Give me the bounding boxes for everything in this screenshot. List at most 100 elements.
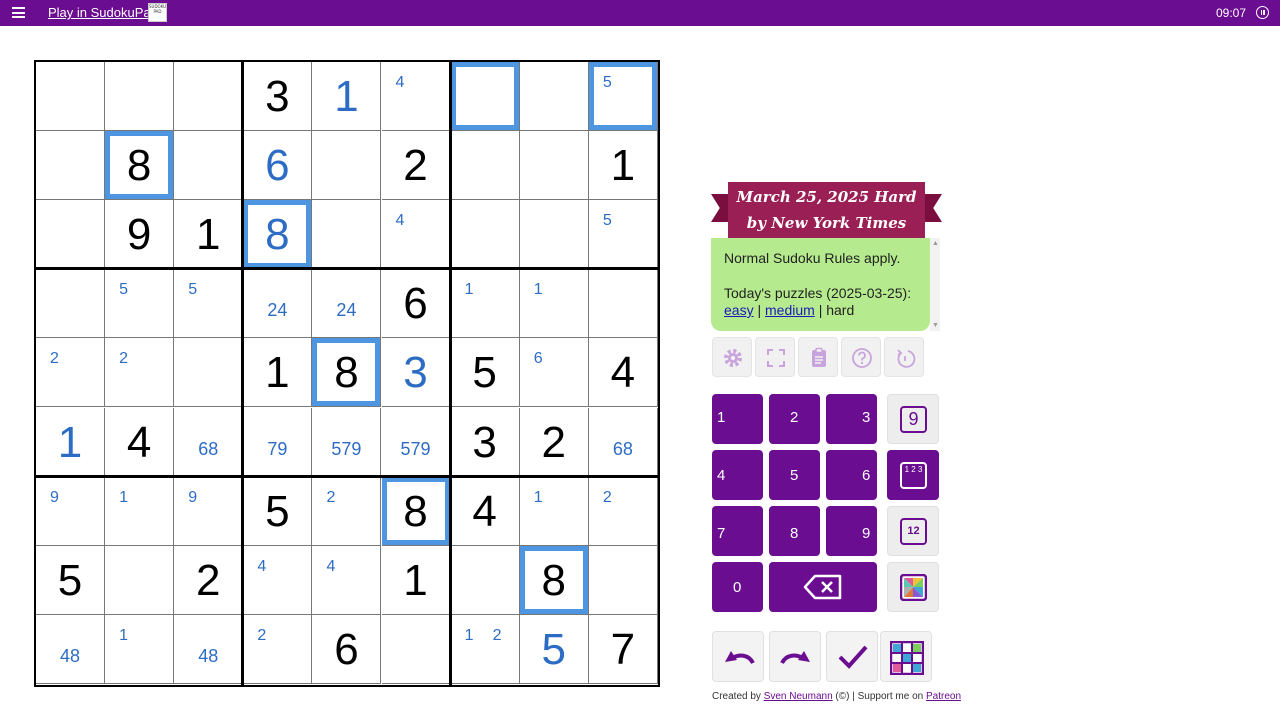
sudoku-cell-r4c8[interactable]: 1 — [519, 269, 589, 339]
sudoku-cell-r2c2[interactable]: 8 — [105, 131, 175, 201]
play-in-sudokupad-link[interactable]: Play in SudokuPad — [48, 5, 158, 20]
rules-scrollbar[interactable]: ▲ ▼ — [930, 238, 940, 331]
sudoku-cell-r4c5[interactable]: 24 — [312, 269, 382, 339]
sudoku-cell-r3c3[interactable]: 1 — [174, 200, 244, 270]
sudoku-cell-r9c7[interactable]: 12 — [450, 614, 520, 684]
sudoku-cell-r1c2[interactable] — [105, 62, 175, 131]
sudoku-cell-r8c3[interactable]: 2 — [174, 545, 244, 615]
sudoku-cell-r2c3[interactable] — [174, 131, 244, 201]
sudoku-cell-r4c9[interactable] — [588, 269, 658, 339]
sudoku-cell-r1c5[interactable]: 1 — [312, 62, 382, 131]
sudoku-cell-r7c5[interactable]: 2 — [312, 476, 382, 546]
key-6[interactable]: 6 — [826, 450, 877, 500]
sudoku-cell-r6c2[interactable]: 4 — [105, 407, 175, 477]
medium-link[interactable]: medium — [765, 302, 815, 318]
sudoku-cell-r1c6[interactable]: 4 — [381, 62, 451, 131]
sudoku-cell-r9c1[interactable]: 48 — [36, 614, 105, 684]
sudoku-cell-r5c8[interactable]: 6 — [519, 338, 589, 408]
sudoku-cell-r7c8[interactable]: 1 — [519, 476, 589, 546]
sudoku-cell-r6c9[interactable]: 68 — [588, 407, 658, 477]
redo-button[interactable] — [769, 631, 821, 682]
key-3[interactable]: 3 — [826, 394, 877, 444]
grid-settings-button[interactable] — [880, 631, 932, 682]
sudoku-cell-r7c3[interactable]: 9 — [174, 476, 244, 546]
sudoku-cell-r1c8[interactable] — [519, 62, 589, 131]
key-7[interactable]: 7 — [712, 506, 763, 556]
sudoku-cell-r3c8[interactable] — [519, 200, 589, 270]
sudoku-cell-r5c7[interactable]: 5 — [450, 338, 520, 408]
sudoku-cell-r1c7[interactable] — [450, 62, 520, 131]
check-button[interactable] — [826, 631, 878, 682]
help-button[interactable] — [841, 337, 881, 377]
sudoku-cell-r5c3[interactable] — [174, 338, 244, 408]
sudoku-cell-r2c9[interactable]: 1 — [588, 131, 658, 201]
sudoku-cell-r7c2[interactable]: 1 — [105, 476, 175, 546]
sudoku-cell-r7c9[interactable]: 2 — [588, 476, 658, 546]
hamburger-menu-icon[interactable] — [12, 7, 25, 18]
sudoku-cell-r6c6[interactable]: 579 — [381, 407, 451, 477]
sudoku-cell-r7c7[interactable]: 4 — [450, 476, 520, 546]
sudoku-cell-r8c5[interactable]: 4 — [312, 545, 382, 615]
scroll-down-icon[interactable]: ▼ — [932, 322, 939, 329]
sudoku-cell-r2c8[interactable] — [519, 131, 589, 201]
patreon-link[interactable]: Patreon — [926, 691, 961, 702]
sudoku-cell-r6c7[interactable]: 3 — [450, 407, 520, 477]
scroll-up-icon[interactable]: ▲ — [932, 240, 939, 247]
sudoku-cell-r5c5[interactable]: 8 — [312, 338, 382, 408]
key-8[interactable]: 8 — [769, 506, 820, 556]
sudoku-cell-r9c5[interactable]: 6 — [312, 614, 382, 684]
sudoku-cell-r2c1[interactable] — [36, 131, 105, 201]
center-mode-button[interactable]: 12 — [887, 506, 939, 556]
sudoku-cell-r9c6[interactable] — [381, 614, 451, 684]
settings-button[interactable] — [712, 337, 752, 377]
sudoku-cell-r3c7[interactable] — [450, 200, 520, 270]
key-0[interactable]: 0 — [712, 562, 763, 612]
sudoku-cell-r1c3[interactable] — [174, 62, 244, 131]
sudoku-cell-r1c9[interactable]: 5 — [588, 62, 658, 131]
sudoku-cell-r5c6[interactable]: 3 — [381, 338, 451, 408]
sudoku-cell-r2c5[interactable] — [312, 131, 382, 201]
sudoku-cell-r5c2[interactable]: 2 — [105, 338, 175, 408]
sudoku-cell-r3c5[interactable] — [312, 200, 382, 270]
sudoku-cell-r4c2[interactable]: 5 — [105, 269, 175, 339]
sudoku-cell-r9c4[interactable]: 2 — [243, 614, 313, 684]
sudoku-cell-r1c1[interactable] — [36, 62, 105, 131]
sudoku-cell-r8c9[interactable] — [588, 545, 658, 615]
sudoku-cell-r1c4[interactable]: 3 — [243, 62, 313, 131]
sudoku-cell-r4c7[interactable]: 1 — [450, 269, 520, 339]
sudoku-cell-r4c3[interactable]: 5 — [174, 269, 244, 339]
key-1[interactable]: 1 — [712, 394, 763, 444]
restart-button[interactable] — [884, 337, 924, 377]
sudoku-grid[interactable]: 3 1 4 5 8 6 2 1 9 1 8 4 5 5 5 24 24 6 1 1 2 2 1 8 3 5 6 4 1 4 68 79 579 5… — [34, 60, 660, 687]
sudoku-cell-r9c8[interactable]: 5 — [519, 614, 589, 684]
sudoku-cell-r4c4[interactable]: 24 — [243, 269, 313, 339]
rules-button[interactable] — [798, 337, 838, 377]
easy-link[interactable]: easy — [724, 302, 754, 318]
sudoku-cell-r6c3[interactable]: 68 — [174, 407, 244, 477]
sudoku-cell-r2c6[interactable]: 2 — [381, 131, 451, 201]
sudoku-cell-r9c2[interactable]: 1 — [105, 614, 175, 684]
sudoku-cell-r5c9[interactable]: 4 — [588, 338, 658, 408]
sudoku-cell-r2c4[interactable]: 6 — [243, 131, 313, 201]
sudoku-cell-r6c5[interactable]: 579 — [312, 407, 382, 477]
sudoku-cell-r3c9[interactable]: 5 — [588, 200, 658, 270]
sudoku-cell-r9c9[interactable]: 7 — [588, 614, 658, 684]
sudoku-cell-r8c2[interactable] — [105, 545, 175, 615]
sudoku-cell-r6c8[interactable]: 2 — [519, 407, 589, 477]
pause-icon[interactable] — [1256, 6, 1269, 19]
delete-button[interactable] — [769, 562, 877, 612]
sudoku-cell-r8c7[interactable] — [450, 545, 520, 615]
color-mode-button[interactable] — [887, 562, 939, 612]
sudoku-cell-r3c1[interactable] — [36, 200, 105, 270]
sudoku-cell-r4c6[interactable]: 6 — [381, 269, 451, 339]
sudoku-cell-r3c4[interactable]: 8 — [243, 200, 313, 270]
corner-mode-button[interactable]: 1 2 3 — [887, 450, 939, 500]
author-link[interactable]: Sven Neumann — [764, 691, 833, 702]
sudoku-cell-r8c6[interactable]: 1 — [381, 545, 451, 615]
sudoku-cell-r8c4[interactable]: 4 — [243, 545, 313, 615]
sudoku-cell-r2c7[interactable] — [450, 131, 520, 201]
key-9[interactable]: 9 — [826, 506, 877, 556]
key-5[interactable]: 5 — [769, 450, 820, 500]
sudoku-cell-r6c1[interactable]: 1 — [36, 407, 105, 477]
sudoku-cell-r6c4[interactable]: 79 — [243, 407, 313, 477]
